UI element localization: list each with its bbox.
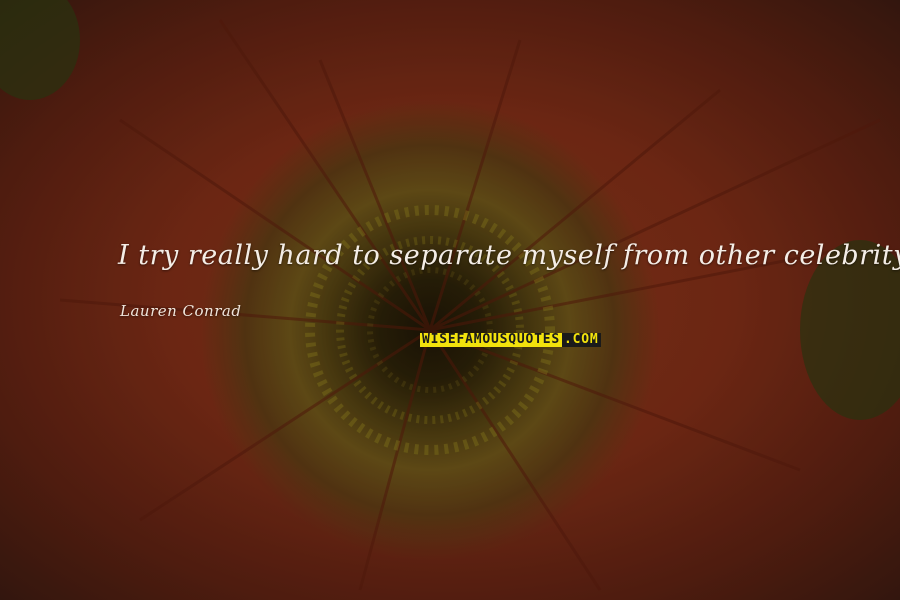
- quote-text: I try really hard to separate myself fro…: [118, 240, 900, 271]
- quote-author: Lauren Conrad: [120, 302, 242, 320]
- background-flower-image: I try really hard to separate myself fro…: [0, 0, 900, 600]
- darken-overlay: [0, 0, 900, 600]
- watermark-tld: .COM: [562, 332, 601, 347]
- site-watermark: WISEFAMOUSQUOTES .COM: [420, 333, 601, 347]
- watermark-brand: WISEFAMOUSQUOTES: [420, 332, 563, 347]
